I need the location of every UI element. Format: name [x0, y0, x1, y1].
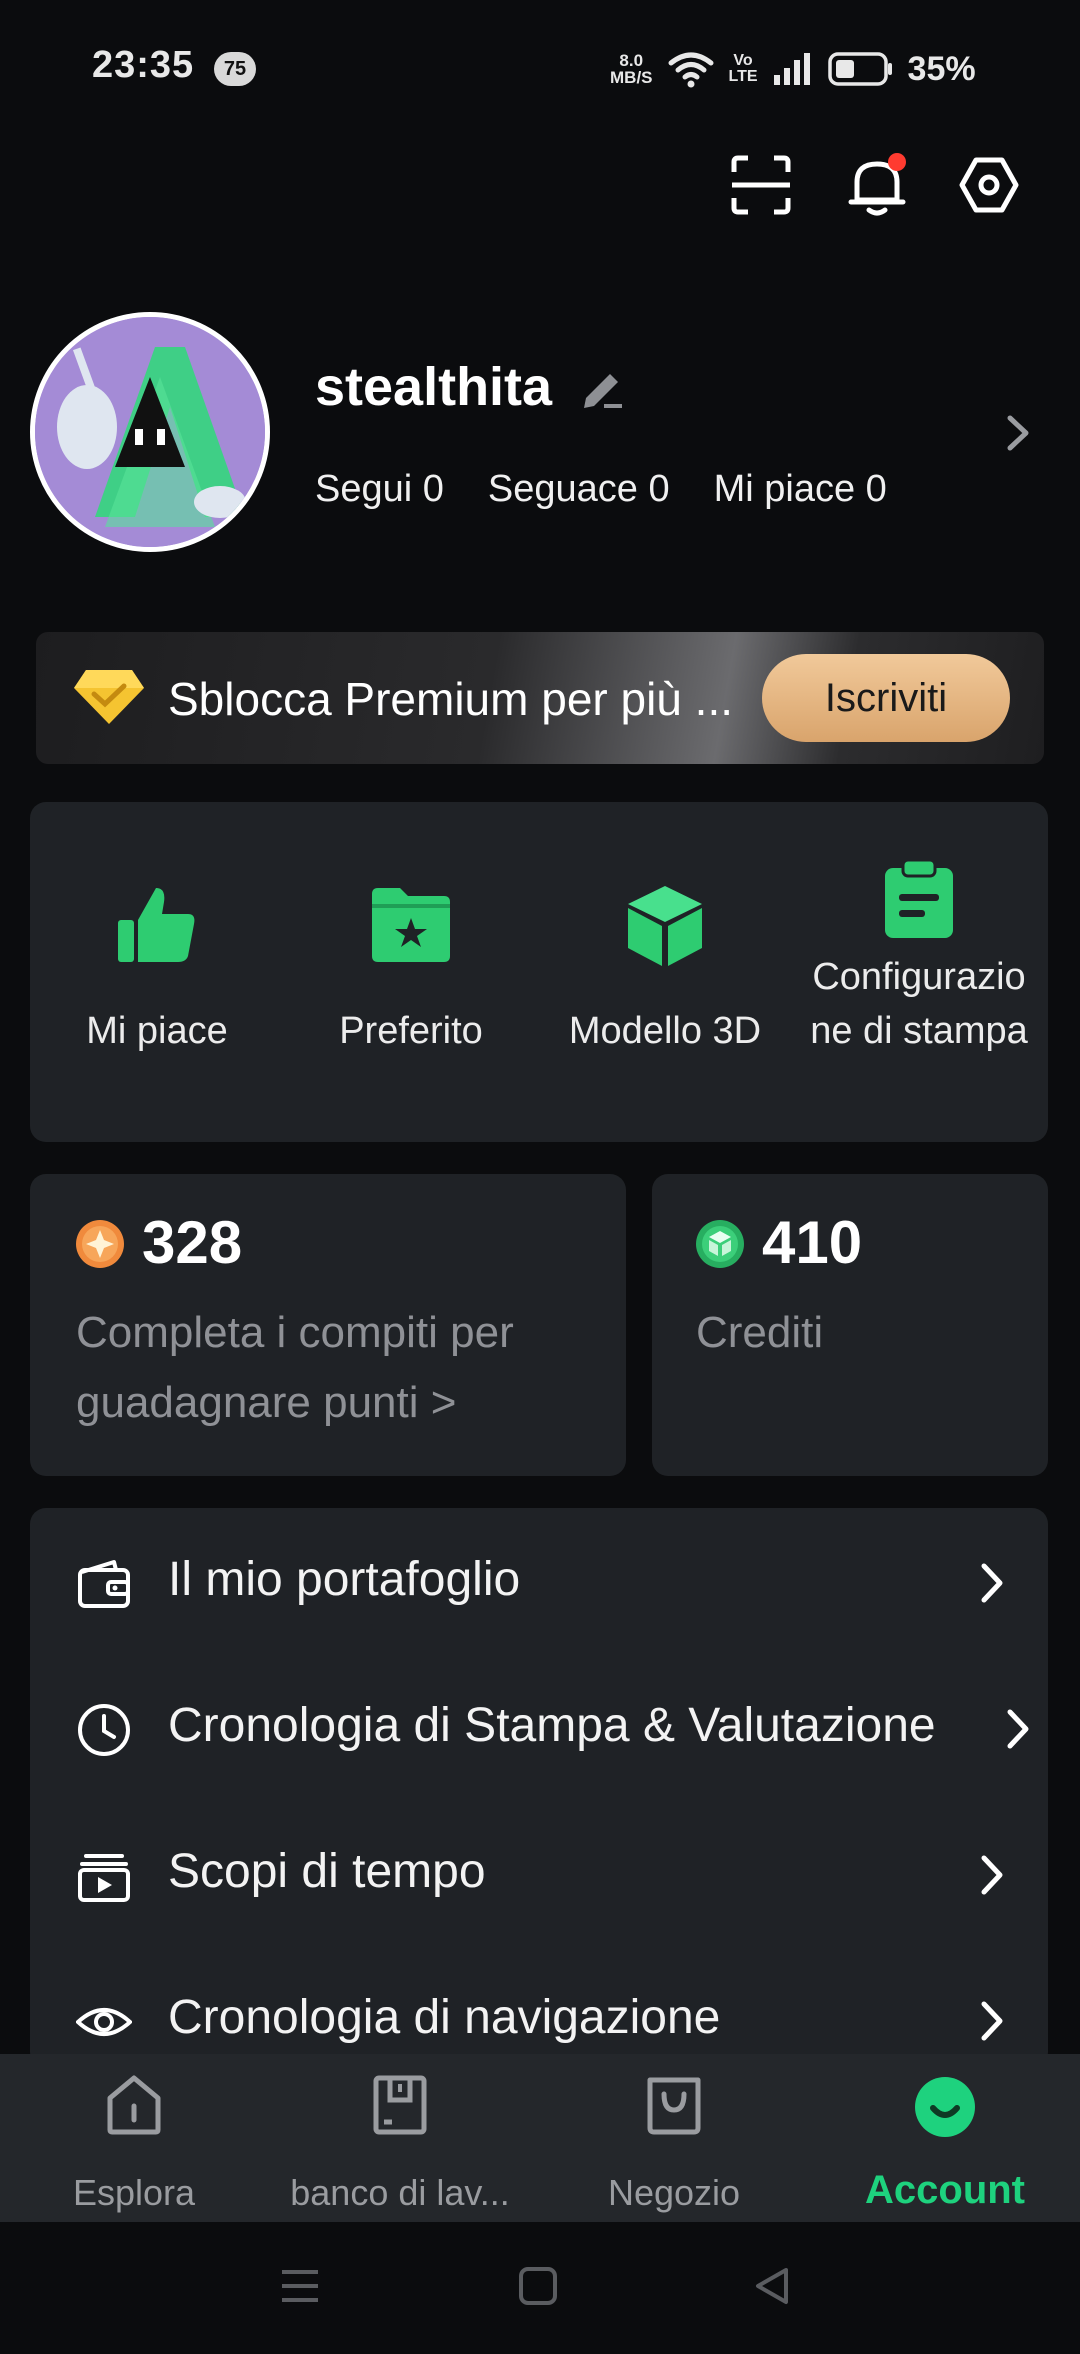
- home-icon: [107, 2075, 161, 2135]
- quick-actions-card: Mi piace Preferito Modello 3D Configuraz…: [30, 802, 1048, 1142]
- points-coin-icon: [76, 1220, 124, 1268]
- premium-text: Sblocca Premium per più ...: [168, 673, 734, 725]
- net-speed: 8.0 MB/S: [610, 51, 653, 87]
- bottom-nav: Esplora banco di lav... Negozio Account: [0, 2054, 1080, 2222]
- likes-count[interactable]: Mi piace 0: [714, 468, 887, 511]
- workbench-icon: [373, 2075, 427, 2135]
- premium-banner[interactable]: Sblocca Premium per più ... Iscriviti: [36, 632, 1044, 764]
- nav-label: Negozio: [607, 2172, 741, 2213]
- menu-item-label: Cronologia di Stampa & Valutazione: [168, 1699, 936, 1752]
- pencil-icon: [584, 374, 622, 408]
- nav-explore[interactable]: Esplora: [24, 2054, 244, 2222]
- account-smile-icon: [915, 2077, 975, 2137]
- chevron-right-icon: [981, 1563, 1003, 1603]
- notification-count-badge: 75: [214, 52, 256, 86]
- menu-item-label: Cronologia di navigazione: [168, 1991, 721, 2044]
- points-value: 328: [142, 1209, 243, 1276]
- home-square-icon[interactable]: [518, 2266, 558, 2306]
- settings-hex-icon: [959, 157, 1019, 213]
- clock-icon: [78, 1704, 130, 1756]
- notifications-button[interactable]: [842, 150, 912, 220]
- quick-action-3d-model[interactable]: Modello 3D: [538, 802, 792, 1142]
- menu-lines-icon[interactable]: [280, 2266, 320, 2306]
- wifi-icon: [668, 52, 713, 88]
- nav-account[interactable]: Account: [834, 2054, 1056, 2222]
- account-menu: Il mio portafoglio Cronologia di Stampa …: [30, 1508, 1048, 2068]
- status-time: 23:35: [92, 44, 195, 86]
- scan-button[interactable]: [726, 150, 796, 220]
- shop-bag-icon: [647, 2077, 701, 2135]
- points-text-line2[interactable]: guadagnare punti >: [76, 1368, 456, 1438]
- menu-item-print-history[interactable]: Cronologia di Stampa & Valutazione: [30, 1654, 1048, 1800]
- profile-stats: Segui 0 Seguace 0 Mi piace 0: [315, 468, 887, 511]
- quick-action-print-config[interactable]: Configurazio ne di stampa: [792, 802, 1046, 1142]
- credits-coin-icon: [696, 1220, 744, 1268]
- thumbs-up-icon: [118, 888, 195, 962]
- nav-label: banco di lav...: [290, 2172, 510, 2213]
- chevron-right-icon: [981, 2001, 1003, 2041]
- nav-label-active: Account: [865, 2168, 1025, 2212]
- chevron-right-icon: [1007, 1709, 1029, 1749]
- chevron-right-icon: [981, 1855, 1003, 1895]
- wallet-icon: [78, 1560, 130, 1608]
- timelapse-icon: [78, 1854, 130, 1902]
- edit-username-button[interactable]: [580, 364, 626, 410]
- quick-action-label-line2: ne di stampa: [810, 1010, 1028, 1052]
- points-card[interactable]: 328 Completa i compiti per guadagnare pu…: [30, 1174, 626, 1476]
- username: stealthita: [315, 357, 553, 417]
- volte-indicator: Vo LTE: [728, 52, 758, 85]
- quick-action-label: Mi piace: [86, 1010, 228, 1052]
- following-count[interactable]: Segui 0: [315, 468, 444, 511]
- avatar-image: [35, 317, 265, 547]
- subscribe-button[interactable]: Iscriviti: [762, 654, 1010, 742]
- status-icons: 8.0 MB/S Vo LTE 35%: [610, 44, 976, 94]
- diamond-icon: [74, 670, 144, 724]
- settings-button[interactable]: [954, 150, 1024, 220]
- points-text-line1: Completa i compiti per: [76, 1308, 514, 1357]
- menu-item-wallet[interactable]: Il mio portafoglio: [30, 1508, 1048, 1654]
- quick-action-label-line1: Configurazio: [812, 956, 1026, 998]
- credits-label: Crediti: [696, 1308, 824, 1357]
- quick-action-label: Preferito: [339, 1010, 483, 1052]
- scan-icon: [731, 155, 791, 215]
- menu-item-timelapse[interactable]: Scopi di tempo: [30, 1800, 1048, 1946]
- battery-percent: 35%: [907, 49, 976, 88]
- cube-icon: [628, 886, 702, 966]
- credits-card[interactable]: 410 Crediti: [652, 1174, 1048, 1476]
- signal-icon: [773, 53, 810, 85]
- quick-action-favorites[interactable]: Preferito: [284, 802, 538, 1142]
- bell-icon: [848, 153, 906, 216]
- folder-star-icon: [372, 888, 450, 962]
- quick-action-label: Modello 3D: [568, 1010, 762, 1052]
- profile-detail-button[interactable]: [1000, 408, 1040, 458]
- chevron-right-icon: [1007, 415, 1029, 451]
- system-nav-bar: [0, 2222, 1080, 2354]
- battery-icon: [827, 52, 892, 86]
- clipboard-icon: [885, 858, 953, 938]
- quick-action-likes[interactable]: Mi piace: [30, 802, 284, 1142]
- credits-value: 410: [762, 1209, 863, 1276]
- back-triangle-icon[interactable]: [752, 2266, 792, 2306]
- avatar[interactable]: [30, 312, 270, 552]
- nav-label: Esplora: [72, 2172, 196, 2213]
- nav-shop[interactable]: Negozio: [564, 2054, 784, 2222]
- menu-item-label: Scopi di tempo: [168, 1845, 486, 1898]
- eye-icon: [76, 2008, 132, 2036]
- nav-workbench[interactable]: banco di lav...: [270, 2054, 530, 2222]
- menu-item-label: Il mio portafoglio: [168, 1553, 521, 1606]
- followers-count[interactable]: Seguace 0: [488, 468, 670, 511]
- notification-dot: [888, 153, 906, 171]
